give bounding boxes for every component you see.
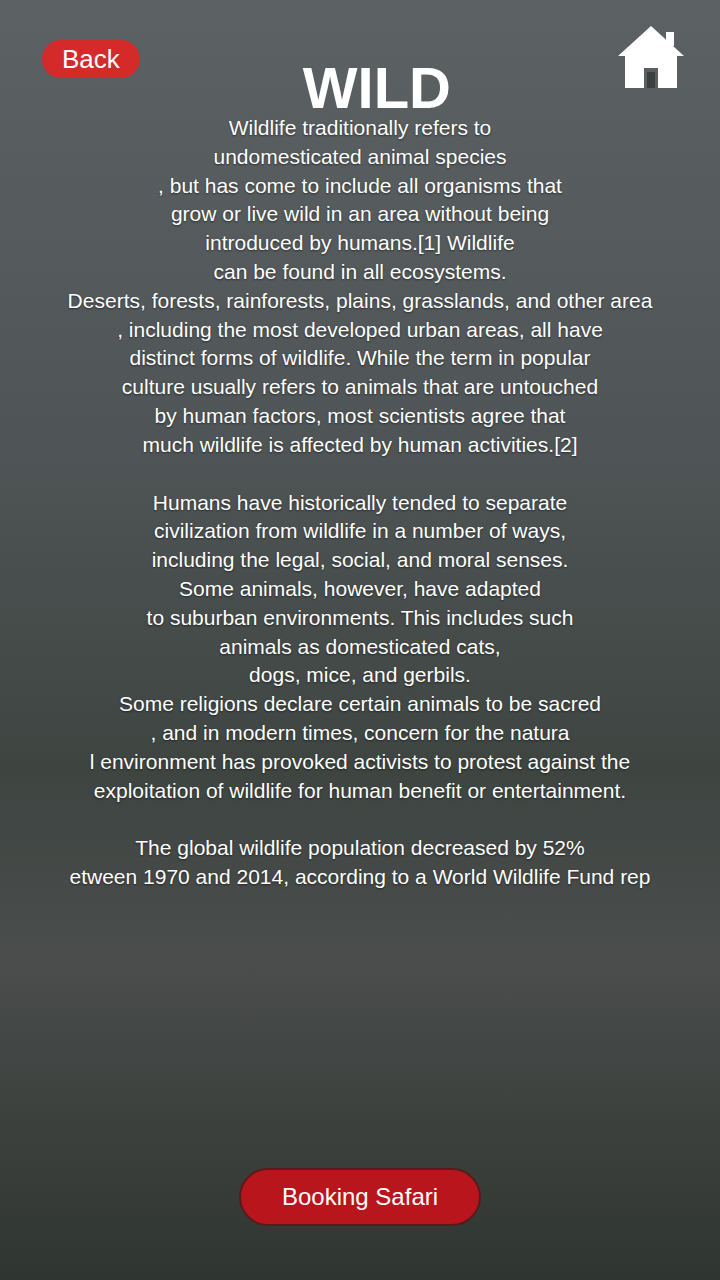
text-line: dogs, mice, and gerbils. — [249, 661, 471, 690]
text-line: grow or live wild in an area without bei… — [171, 200, 549, 229]
header: Back WILD — [0, 0, 720, 120]
text-line: The global wildlife population decreased… — [135, 834, 584, 863]
wild-screen: Back WILDWildlife traditionally refers to… — [0, 0, 720, 1280]
text-line: Some animals, however, have adapted — [179, 575, 541, 604]
text-line: much wildlife is affected by human activ… — [143, 431, 578, 460]
back-button[interactable]: Back — [42, 40, 140, 78]
paragraph: Humans have historically tended to separ… — [0, 489, 720, 806]
text-line: animals as domesticated cats, — [219, 633, 500, 662]
text-line: by human factors, most scientists agree … — [155, 402, 566, 431]
text-line: Wildlife traditionally refers to — [229, 114, 492, 143]
text-line: civilization from wildlife in a number o… — [154, 517, 566, 546]
text-line: undomesticated animal species — [214, 143, 507, 172]
text-line: can be found in all ecosystems. — [214, 258, 507, 287]
text-line: including the legal, social, and moral s… — [152, 546, 569, 575]
text-line: etween 1970 and 2014, according to a Wor… — [70, 863, 651, 892]
text-line: , including the most developed urban are… — [117, 316, 603, 345]
home-icon[interactable] — [614, 22, 688, 90]
text-line: culture usually refers to animals that a… — [122, 373, 598, 402]
article: Wildlife traditionally refers toundomest… — [0, 114, 720, 892]
paragraph: The global wildlife population decreased… — [0, 834, 720, 892]
text-line: Deserts, forests, rainforests, plains, g… — [68, 287, 653, 316]
paragraph: Wildlife traditionally refers toundomest… — [0, 114, 720, 460]
text-line: to suburban environments. This includes … — [147, 604, 574, 633]
text-line: l environment has provoked activists to … — [90, 748, 630, 777]
text-line: exploitation of wildlife for human benef… — [94, 777, 626, 806]
text-line: Some religions declare certain animals t… — [119, 690, 601, 719]
text-line: , but has come to include all organisms … — [158, 172, 562, 201]
text-line: distinct forms of wildlife. While the te… — [129, 344, 590, 373]
text-line: Humans have historically tended to separ… — [153, 489, 567, 518]
page-title: WILD — [303, 56, 451, 120]
booking-safari-button[interactable]: Booking Safari — [239, 1168, 481, 1226]
text-line: , and in modern times, concern for the n… — [150, 719, 569, 748]
text-line: introduced by humans.[1] Wildlife — [205, 229, 514, 258]
